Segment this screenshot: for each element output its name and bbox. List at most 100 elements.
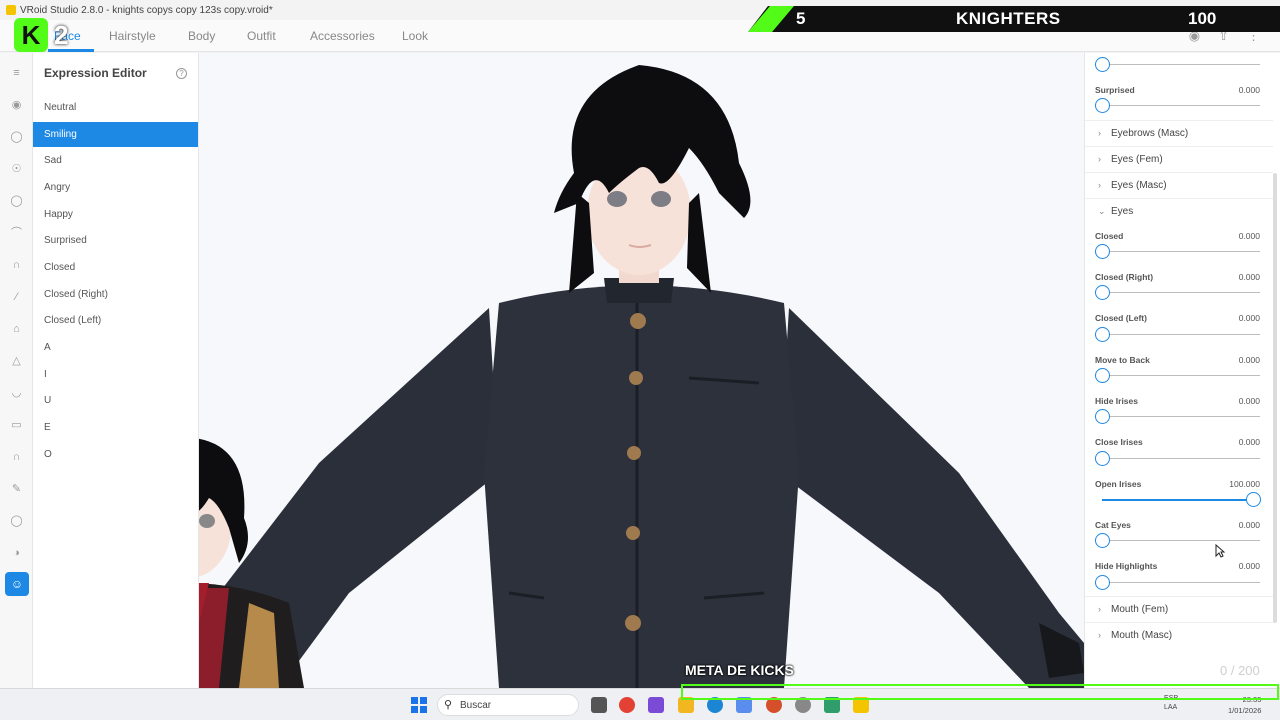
group-label: Mouth (Fem) — [1111, 604, 1169, 615]
group-label: Eyes — [1111, 206, 1134, 217]
expression-item[interactable]: Surprised — [33, 228, 198, 253]
tab-hairstyle[interactable]: Hairstyle — [109, 29, 156, 43]
slider-knob-hide-irises[interactable] — [1095, 409, 1110, 424]
expression-item[interactable]: Angry — [33, 175, 198, 200]
group-eyes-masc[interactable]: › Eyes (Masc) — [1085, 172, 1273, 198]
chevron-right-icon: › — [1098, 154, 1101, 164]
expression-item[interactable]: Happy — [33, 202, 198, 227]
chevron-right-icon: › — [1098, 630, 1101, 640]
group-label: Eyes (Fem) — [1111, 154, 1163, 165]
expression-item[interactable]: I — [33, 362, 198, 387]
slider-track — [1102, 105, 1260, 106]
stream-score-bar: 5 KNIGHTERS 100 — [748, 6, 1280, 32]
expression-item[interactable]: O — [33, 442, 198, 467]
face-set-icon[interactable]: ◉ — [9, 98, 24, 113]
slider-knob-close-irises[interactable] — [1095, 451, 1110, 466]
slider-knob-closed-left[interactable] — [1095, 327, 1110, 342]
slider-knob-surprised[interactable] — [1095, 98, 1110, 113]
pen-icon[interactable]: ✎ — [9, 482, 24, 497]
chrome-icon[interactable] — [619, 697, 635, 713]
tab-outfit[interactable]: Outfit — [247, 29, 276, 43]
expression-editor-panel: Expression Editor ? Neutral Smiling Sad … — [33, 53, 199, 688]
slider-value[interactable]: 0.000 — [1239, 313, 1260, 323]
tab-accessories[interactable]: Accessories — [310, 29, 375, 43]
teeth-icon[interactable]: ▭ — [9, 418, 24, 433]
slider-track — [1102, 540, 1260, 541]
help-icon[interactable]: ? — [176, 68, 187, 79]
tab-look[interactable]: Look — [402, 29, 428, 43]
slider-value[interactable]: 0.000 — [1239, 437, 1260, 447]
expression-editor-icon[interactable]: ☺ — [5, 572, 29, 596]
slider-label-surprised: Surprised — [1095, 85, 1135, 95]
slider-value[interactable]: 0.000 — [1239, 396, 1260, 406]
expression-item[interactable]: Sad — [33, 148, 198, 173]
search-icon: ⚲ — [444, 699, 453, 711]
slider-value[interactable]: 0.000 — [1239, 355, 1260, 365]
tab-body[interactable]: Body — [188, 29, 215, 43]
slider-track — [1102, 582, 1260, 583]
taskbar-search[interactable]: ⚲ Buscar — [437, 694, 579, 716]
eye-highlight-icon[interactable]: ⌂ — [9, 322, 24, 337]
slider-knob-open-irises[interactable] — [1246, 492, 1261, 507]
expression-item[interactable]: Closed — [33, 255, 198, 280]
face-shape-icon[interactable]: ◯ — [9, 130, 24, 145]
vroid-app-icon — [6, 5, 16, 15]
slider-label: Hide Highlights — [1095, 561, 1158, 571]
eyeline-icon[interactable]: ∕ — [9, 290, 24, 305]
task-view-icon[interactable] — [591, 697, 607, 713]
avatar-model-render — [199, 65, 1084, 688]
slider-track — [1102, 416, 1260, 417]
slider-fill — [1102, 499, 1260, 501]
outline-icon[interactable]: ◯ — [9, 514, 24, 529]
nose-icon[interactable]: △ — [9, 354, 24, 369]
ear-icon[interactable]: ∩ — [9, 450, 24, 465]
slider-value[interactable]: 100.000 — [1229, 479, 1260, 489]
slider-value[interactable]: 0.000 — [1239, 520, 1260, 530]
slider-knob-move-to-back[interactable] — [1095, 368, 1110, 383]
expression-item[interactable]: A — [33, 335, 198, 360]
windows-start-icon[interactable] — [411, 697, 427, 713]
window-title: VRoid Studio 2.8.0 - knights copys copy … — [20, 5, 273, 16]
meta-kicks-count: 0 / 200 — [1220, 663, 1260, 678]
group-mouth-masc[interactable]: › Mouth (Masc) — [1085, 622, 1273, 648]
chevron-right-icon: › — [1098, 180, 1101, 190]
slider-value-surprised[interactable]: 0.000 — [1239, 85, 1260, 95]
slider-knob[interactable] — [1095, 57, 1110, 72]
slider-knob-cat-eyes[interactable] — [1095, 533, 1110, 548]
group-mouth-fem[interactable]: › Mouth (Fem) — [1085, 596, 1273, 622]
slider-track — [1102, 292, 1260, 293]
slider-value[interactable]: 0.000 — [1239, 272, 1260, 282]
expression-item[interactable]: E — [33, 415, 198, 440]
face-paint-icon[interactable]: ◑ — [9, 546, 24, 561]
slider-knob-closed-right[interactable] — [1095, 285, 1110, 300]
slider-knob-hide-highlights[interactable] — [1095, 575, 1110, 590]
expression-item-selected[interactable]: Smiling — [33, 122, 198, 147]
group-eyes-fem[interactable]: › Eyes (Fem) — [1085, 146, 1273, 172]
mouth-icon[interactable]: ◡ — [9, 386, 24, 401]
chevron-right-icon: › — [1098, 128, 1101, 138]
panel-scrollbar[interactable] — [1273, 173, 1277, 623]
eye-shape-icon[interactable]: ◯ — [9, 194, 24, 209]
expression-item[interactable]: U — [33, 388, 198, 413]
slider-value[interactable]: 0.000 — [1239, 231, 1260, 241]
expression-item[interactable]: Neutral — [33, 95, 198, 120]
expression-item[interactable]: Closed (Right) — [33, 282, 198, 307]
eyebrow-icon[interactable]: ⌒ — [9, 226, 24, 241]
model-viewport[interactable] — [199, 53, 1084, 688]
expression-sliders-panel: Surprised 0.000 › Eyebrows (Masc) › Eyes… — [1084, 53, 1280, 688]
eyelash-icon[interactable]: ∩ — [9, 258, 24, 273]
slider-knob-closed[interactable] — [1095, 244, 1110, 259]
copilot-icon[interactable] — [648, 697, 664, 713]
group-eyes-expanded[interactable]: ⌄ Eyes — [1085, 198, 1273, 224]
group-eyebrows-masc[interactable]: › Eyebrows (Masc) — [1085, 120, 1273, 146]
eye-icon[interactable]: ☉ — [9, 162, 24, 177]
slider-value[interactable]: 0.000 — [1239, 561, 1260, 571]
meta-kicks-progress-bar — [681, 684, 1279, 700]
base-face-icon[interactable]: ≡ — [9, 66, 24, 81]
group-label: Eyebrows (Masc) — [1111, 128, 1189, 139]
expression-item[interactable]: Closed (Left) — [33, 308, 198, 333]
chevron-right-icon: › — [1098, 604, 1101, 614]
slider-label: Closed (Left) — [1095, 313, 1147, 323]
slider-label: Cat Eyes — [1095, 520, 1131, 530]
slider-label: Move to Back — [1095, 355, 1150, 365]
